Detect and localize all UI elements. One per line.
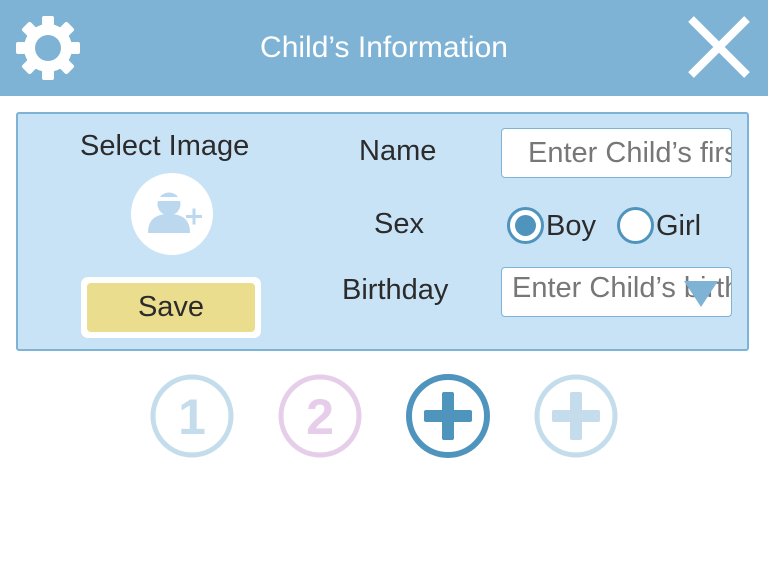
- gear-icon[interactable]: [14, 14, 82, 82]
- select-image-button[interactable]: [131, 173, 213, 255]
- dropdown-triangle-icon: [684, 281, 718, 307]
- plus-icon: [424, 392, 472, 440]
- birthday-label: Birthday: [342, 274, 449, 306]
- plus-icon: [552, 392, 600, 440]
- child-slot-2-number: 2: [306, 389, 334, 445]
- birthday-dropdown[interactable]: Enter Child’s birthday: [501, 267, 732, 317]
- header-bar: [0, 0, 768, 96]
- add-child-active-button[interactable]: [406, 374, 490, 458]
- select-image-label: Select Image: [80, 130, 250, 162]
- sex-option-boy-label: Boy: [546, 210, 596, 242]
- radio-selected-dot: [515, 215, 536, 236]
- close-icon[interactable]: [686, 14, 752, 80]
- save-button[interactable]: Save: [87, 283, 255, 332]
- sex-option-girl-label: Girl: [656, 210, 702, 242]
- sex-radio-girl[interactable]: [617, 207, 654, 244]
- name-label: Name: [359, 135, 437, 167]
- child-slot-2[interactable]: 2: [278, 374, 362, 458]
- name-input[interactable]: [501, 128, 732, 178]
- add-child-button[interactable]: [534, 374, 618, 458]
- sex-label: Sex: [374, 208, 424, 240]
- sex-radio-boy[interactable]: [507, 207, 544, 244]
- child-slot-1[interactable]: 1: [150, 374, 234, 458]
- add-user-icon: [148, 192, 202, 233]
- child-slot-1-number: 1: [178, 389, 206, 445]
